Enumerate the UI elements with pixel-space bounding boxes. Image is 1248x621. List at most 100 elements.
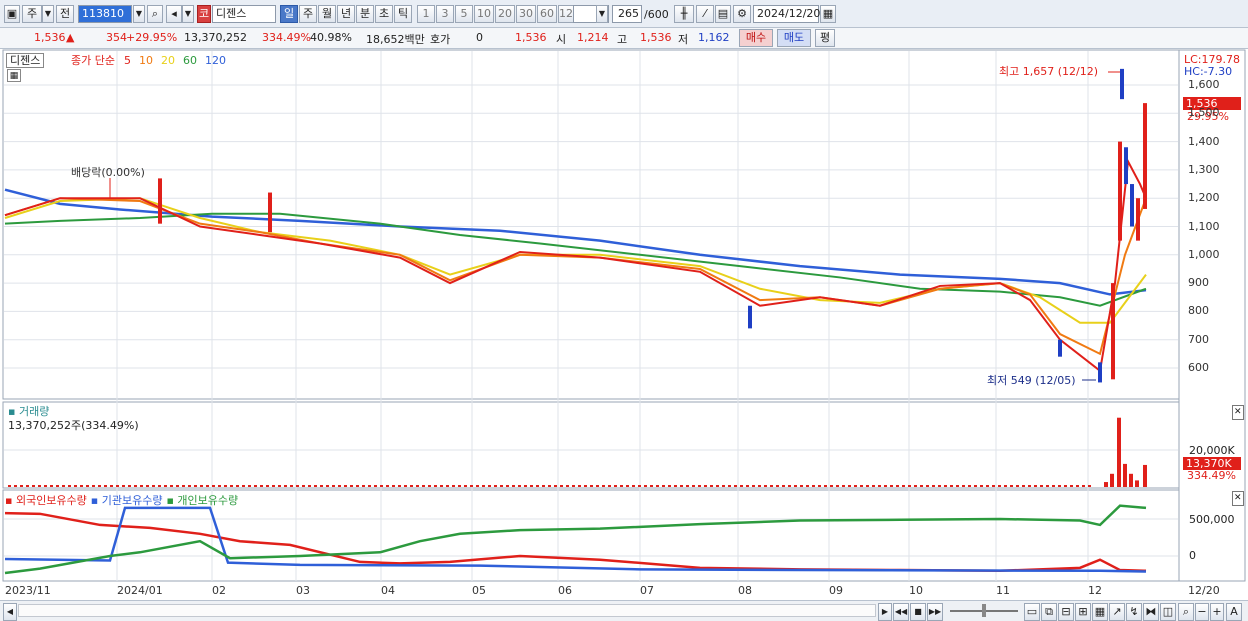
volume-bar bbox=[194, 485, 197, 487]
volume-bar bbox=[920, 485, 923, 487]
volume-bar bbox=[986, 485, 989, 487]
volume-bar bbox=[962, 485, 965, 487]
dividend-annotation: 배당락(0.00%) bbox=[71, 166, 145, 179]
copy-icon[interactable]: ⧉ bbox=[1041, 603, 1057, 621]
volume-bar bbox=[536, 485, 539, 487]
volume-bar bbox=[854, 485, 857, 487]
volume-bar bbox=[680, 485, 683, 487]
candle bbox=[1098, 362, 1102, 383]
volume-bar bbox=[104, 485, 107, 487]
overlay-icon[interactable]: ⊞ bbox=[1075, 603, 1091, 621]
stock-label: 디젠스 bbox=[6, 53, 45, 68]
price-chart[interactable] bbox=[0, 0, 1248, 600]
volume-bar bbox=[1034, 485, 1037, 487]
holding-legend-item: ▪ 외국인보유수량 bbox=[5, 494, 87, 507]
volume-bar bbox=[374, 485, 377, 487]
volume-bar bbox=[404, 485, 407, 487]
volume-bar bbox=[80, 485, 83, 487]
volume-bar bbox=[308, 485, 311, 487]
scroll-left-icon[interactable]: ◀ bbox=[3, 603, 17, 621]
price-tick: 1,000 bbox=[1188, 247, 1220, 261]
volume-bar bbox=[560, 485, 563, 487]
volume-bar bbox=[230, 485, 233, 487]
candle bbox=[268, 192, 272, 233]
volume-bar bbox=[428, 485, 431, 487]
volume-bar bbox=[1070, 485, 1073, 487]
volume-bar bbox=[440, 485, 443, 487]
volume-bar bbox=[818, 485, 821, 487]
volume-bar bbox=[584, 485, 587, 487]
volume-bar bbox=[1064, 485, 1067, 487]
forward-icon[interactable]: ▶▶ bbox=[927, 603, 943, 621]
holding-close-icon[interactable]: ✕ bbox=[1232, 491, 1244, 506]
candle bbox=[1124, 147, 1128, 185]
volume-bar bbox=[1117, 417, 1121, 487]
volume-bar bbox=[92, 485, 95, 487]
volume-bar bbox=[932, 485, 935, 487]
x-tick: 04 bbox=[381, 584, 395, 597]
volume-bar bbox=[608, 485, 611, 487]
scroll-right-icon[interactable]: ▶ bbox=[878, 603, 892, 621]
volume-bar bbox=[530, 485, 533, 487]
split-icon[interactable]: ⊟ bbox=[1058, 603, 1074, 621]
stop-icon[interactable]: ■ bbox=[910, 603, 926, 621]
volume-bar bbox=[398, 485, 401, 487]
price-tick: 1,100 bbox=[1188, 219, 1220, 233]
zoom-slider-handle[interactable] bbox=[982, 604, 986, 617]
volume-bar bbox=[224, 485, 227, 487]
grid-table-icon[interactable]: ▦ bbox=[7, 69, 21, 82]
zoom-search-icon[interactable]: ⌕ bbox=[1178, 603, 1194, 621]
volume-bar bbox=[650, 485, 653, 487]
volume-bar bbox=[632, 485, 635, 487]
price-tick: 800 bbox=[1188, 304, 1209, 318]
screen-icon[interactable]: ◫ bbox=[1160, 603, 1176, 621]
volume-bar bbox=[1004, 485, 1007, 487]
volume-bar bbox=[950, 485, 953, 487]
price-tick: 600 bbox=[1188, 361, 1209, 374]
zoom-out-icon[interactable]: − bbox=[1195, 603, 1209, 621]
rewind-icon[interactable]: ◀◀ bbox=[893, 603, 909, 621]
scroll-bar: ◀ ▶ ◀◀ ■ ▶▶ ▭ ⧉ ⊟ ⊞ ▦ ↗ ↯ ⧓ ◫ ⌕ − + A bbox=[0, 600, 1248, 621]
volume-bar bbox=[542, 485, 545, 487]
holding-tick-500k: 500,000 bbox=[1189, 513, 1235, 526]
volume-bar bbox=[578, 485, 581, 487]
volume-close-icon[interactable]: ✕ bbox=[1232, 405, 1244, 420]
volume-bar bbox=[812, 485, 815, 487]
layout-icon[interactable]: ▭ bbox=[1024, 603, 1040, 621]
volume-bar bbox=[944, 485, 947, 487]
scroll-track[interactable] bbox=[18, 604, 876, 617]
volume-bar bbox=[878, 485, 881, 487]
candle bbox=[1136, 198, 1140, 241]
table-icon[interactable]: ▦ bbox=[1092, 603, 1108, 621]
price-tick: 1,300 bbox=[1188, 162, 1220, 176]
volume-bar bbox=[1135, 480, 1139, 487]
indicator-icon[interactable]: ↯ bbox=[1126, 603, 1142, 621]
volume-title-text: ▪ bbox=[8, 405, 19, 418]
volume-value-label: 13,370,252주(334.49%) bbox=[8, 419, 139, 432]
volume-bar bbox=[482, 485, 485, 487]
volume-bar bbox=[758, 485, 761, 487]
price-tick: 1,400 bbox=[1188, 134, 1220, 148]
font-size-icon[interactable]: A bbox=[1226, 603, 1242, 621]
ma-5-label: 5 bbox=[124, 54, 131, 67]
x-tick: 2023/11 bbox=[5, 584, 51, 597]
volume-bar bbox=[20, 485, 23, 487]
price-tick: 900 bbox=[1188, 276, 1209, 290]
volume-bar bbox=[710, 485, 713, 487]
volume-bar bbox=[260, 485, 263, 487]
volume-bar bbox=[902, 485, 905, 487]
compare-icon[interactable]: ⧓ bbox=[1143, 603, 1159, 621]
volume-bar bbox=[746, 485, 749, 487]
volume-bar bbox=[338, 485, 341, 487]
high-annotation: 최고 1,657 (12/12) bbox=[999, 65, 1099, 78]
ma-120-label: 120 bbox=[205, 54, 226, 67]
volume-bar bbox=[488, 485, 491, 487]
x-tick: 02 bbox=[212, 584, 226, 597]
volume-bar bbox=[1010, 485, 1013, 487]
price-tick: 1,500 bbox=[1188, 106, 1220, 120]
zoom-in-icon[interactable]: + bbox=[1210, 603, 1224, 621]
volume-bar bbox=[452, 485, 455, 487]
volume-bar bbox=[62, 485, 65, 487]
trend-icon[interactable]: ↗ bbox=[1109, 603, 1125, 621]
volume-bar bbox=[722, 485, 725, 487]
